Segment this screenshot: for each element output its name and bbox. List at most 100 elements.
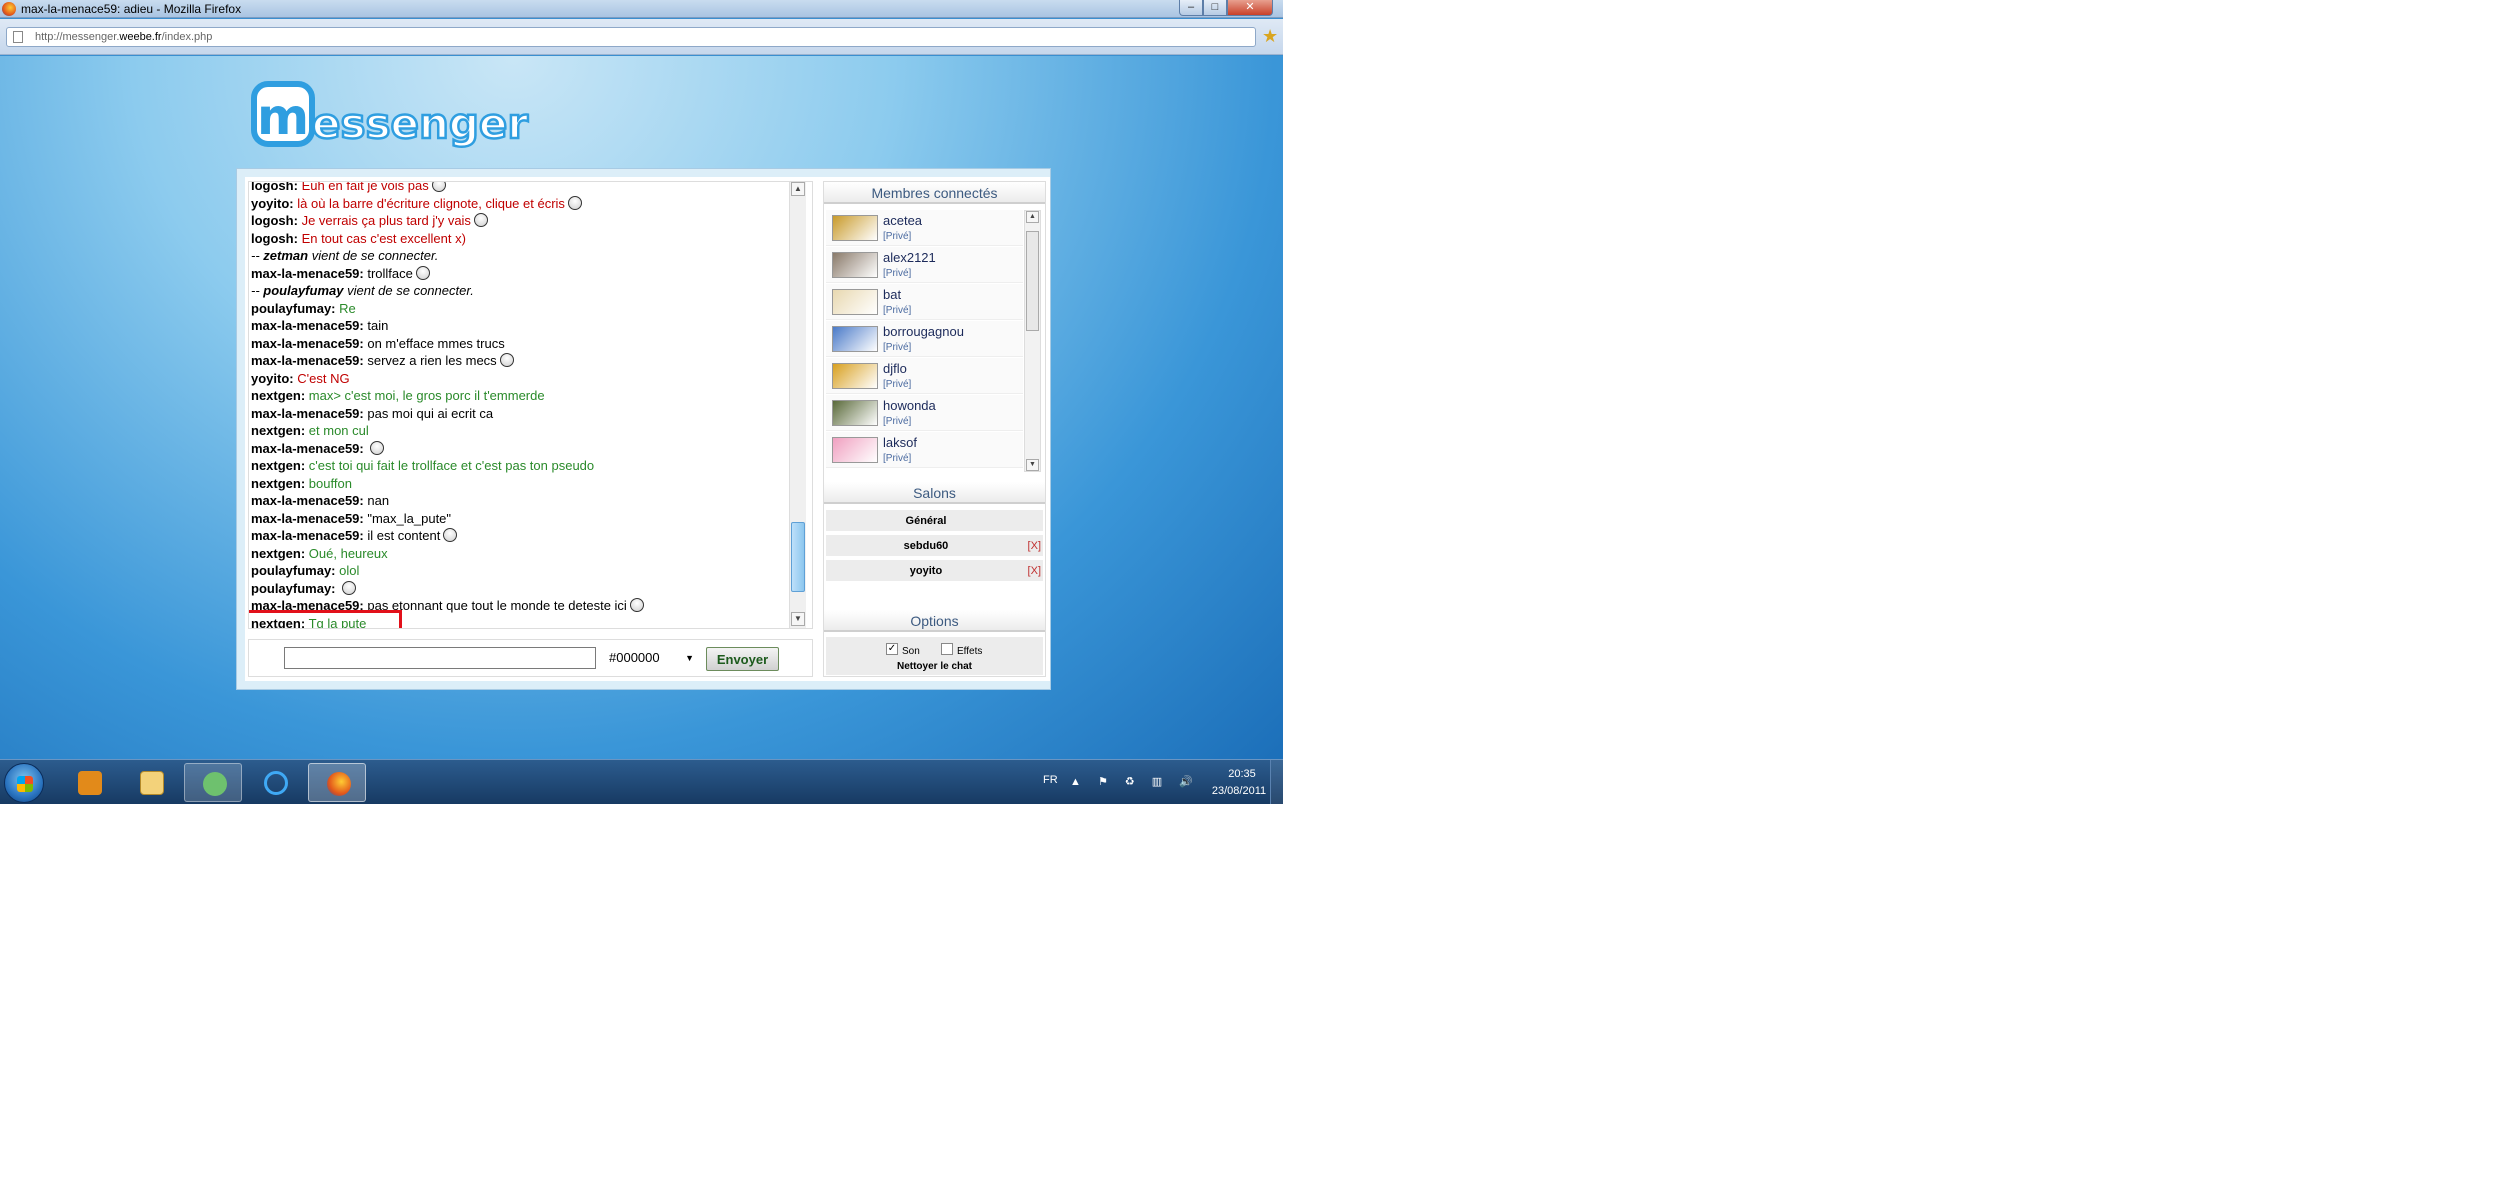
room-close-button[interactable]: [X]: [1028, 540, 1041, 552]
member-item[interactable]: howonda [Privé]: [826, 395, 1023, 431]
private-link[interactable]: [Privé]: [883, 231, 911, 242]
message-nick: max-la-menace59:: [251, 265, 364, 281]
desktop-screen: max-la-menace59: adieu - Mozilla Firefox…: [0, 0, 1283, 804]
message-nick: max-la-menace59:: [251, 353, 364, 368]
chat-message: max-la-menace59: on m'efface mmes trucs: [251, 335, 786, 353]
messages-scrollbar[interactable]: ▲ ▼: [789, 182, 806, 628]
private-link[interactable]: [Privé]: [883, 453, 911, 464]
member-item[interactable]: acetea [Privé]: [826, 210, 1023, 246]
options-header: Options: [824, 610, 1045, 632]
avatar[interactable]: [832, 289, 878, 315]
member-item[interactable]: laksof [Privé]: [826, 432, 1023, 468]
url-text: http://messenger.weebe.fr/index.php: [35, 31, 213, 43]
url-bar[interactable]: http://messenger.weebe.fr/index.php: [6, 27, 1256, 47]
private-link[interactable]: [Privé]: [883, 342, 911, 353]
taskbar-explorer[interactable]: [122, 763, 180, 802]
room-name[interactable]: Général: [826, 515, 1026, 527]
member-name[interactable]: borrougagnou: [883, 324, 964, 339]
color-select[interactable]: #000000 ▼: [606, 649, 698, 669]
taskbar-media-player[interactable]: [60, 763, 118, 802]
chat-message: max-la-menace59: "max_la_pute": [251, 510, 786, 528]
scroll-down-icon[interactable]: ▼: [791, 612, 805, 626]
chat-message: logosh: Euh en fait je vois pas: [251, 181, 786, 195]
message-input[interactable]: [284, 647, 596, 669]
scroll-up-icon[interactable]: ▲: [1026, 211, 1039, 223]
system-prefix: --: [251, 283, 264, 298]
taskbar-firefox[interactable]: [308, 763, 366, 802]
message-nick: max-la-menace59:: [251, 493, 364, 508]
private-link[interactable]: [Privé]: [883, 305, 911, 316]
avatar[interactable]: [832, 363, 878, 389]
web-page: m essenger logosh: Euh en fait je vois p…: [0, 56, 1283, 759]
room-close-button[interactable]: [X]: [1028, 565, 1041, 577]
bookmark-star-icon[interactable]: ★: [1262, 26, 1278, 46]
room-name[interactable]: sebdu60: [826, 540, 1026, 552]
highlight-box: [249, 610, 402, 628]
message-nick: nextgen:: [251, 388, 306, 403]
message-text: on m'efface mmes trucs: [367, 335, 505, 351]
sound-checkbox[interactable]: ✓: [886, 643, 898, 655]
avatar[interactable]: [832, 400, 878, 426]
room-name[interactable]: yoyito: [826, 565, 1026, 577]
clean-chat-link[interactable]: Nettoyer le chat: [826, 661, 1043, 672]
messages-scroll-thumb[interactable]: [791, 522, 805, 592]
clock-time[interactable]: 20:35: [1212, 768, 1272, 780]
language-indicator[interactable]: FR: [1043, 774, 1058, 786]
minimize-button[interactable]: –: [1179, 0, 1203, 16]
avatar[interactable]: [832, 215, 878, 241]
room-item[interactable]: sebdu60 [X]: [826, 535, 1043, 557]
message-text: c'est toi qui fait le trollface et c'est…: [308, 458, 595, 473]
chat-message: -- zetman vient de se connecter.: [251, 247, 786, 265]
message-nick: max-la-menace59:: [251, 318, 364, 333]
firefox-icon: [327, 772, 351, 796]
message-text: Euh en fait je vois pas: [301, 181, 429, 193]
chat-message: logosh: Je verrais ça plus tard j'y vais: [251, 212, 786, 230]
avatar[interactable]: [832, 326, 878, 352]
message-text: vient de se connecter.: [347, 283, 474, 298]
member-item[interactable]: alex2121 [Privé]: [826, 247, 1023, 283]
message-text: il est content: [367, 528, 441, 543]
start-button[interactable]: [4, 763, 44, 803]
member-name[interactable]: djflo: [883, 361, 907, 376]
room-item[interactable]: yoyito [X]: [826, 560, 1043, 582]
message-text: trollface: [367, 265, 413, 281]
effects-checkbox[interactable]: [941, 643, 953, 655]
scroll-up-icon[interactable]: ▲: [791, 182, 805, 196]
clock-date[interactable]: 23/08/2011: [1204, 785, 1274, 797]
avatar[interactable]: [832, 437, 878, 463]
taskbar-messenger[interactable]: [184, 763, 242, 802]
avatar[interactable]: [832, 252, 878, 278]
message-nick: nextgen:: [251, 458, 306, 473]
chat-message: yoyito: là où la barre d'écriture cligno…: [251, 195, 786, 213]
scroll-down-icon[interactable]: ▼: [1026, 459, 1039, 471]
svg-text:m: m: [257, 88, 309, 146]
message-nick: max-la-menace59:: [251, 510, 364, 526]
room-item[interactable]: Général: [826, 510, 1043, 532]
show-desktop-button[interactable]: [1270, 760, 1283, 804]
send-button[interactable]: Envoyer: [706, 647, 779, 671]
messenger-logo: m essenger: [251, 81, 530, 149]
member-name[interactable]: alex2121: [883, 250, 936, 265]
color-value: #000000: [609, 650, 660, 665]
close-button[interactable]: ✕: [1227, 0, 1273, 16]
page-icon: [13, 31, 23, 43]
message-nick: yoyito:: [251, 195, 294, 211]
member-name[interactable]: howonda: [883, 398, 936, 413]
member-item[interactable]: borrougagnou [Privé]: [826, 321, 1023, 357]
members-scrollbar[interactable]: ▲ ▼: [1024, 210, 1041, 472]
private-link[interactable]: [Privé]: [883, 379, 911, 390]
members-scroll-thumb[interactable]: [1026, 231, 1039, 331]
member-name[interactable]: bat: [883, 287, 901, 302]
taskbar-internet-explorer[interactable]: [246, 763, 304, 802]
media-player-icon: [78, 771, 102, 795]
member-name[interactable]: acetea: [883, 213, 922, 228]
member-name[interactable]: laksof: [883, 435, 917, 450]
tray-icons[interactable]: ▲ ⚑ ♻ ▥ 🔊: [1070, 775, 1200, 788]
member-item[interactable]: djflo [Privé]: [826, 358, 1023, 394]
private-link[interactable]: [Privé]: [883, 416, 911, 427]
maximize-button[interactable]: □: [1203, 0, 1227, 16]
chat-message: nextgen: Oué, heureux: [251, 545, 786, 563]
options-panel: ✓ Son Effets Nettoyer le chat: [826, 637, 1043, 675]
private-link[interactable]: [Privé]: [883, 268, 911, 279]
member-item[interactable]: bat [Privé]: [826, 284, 1023, 320]
